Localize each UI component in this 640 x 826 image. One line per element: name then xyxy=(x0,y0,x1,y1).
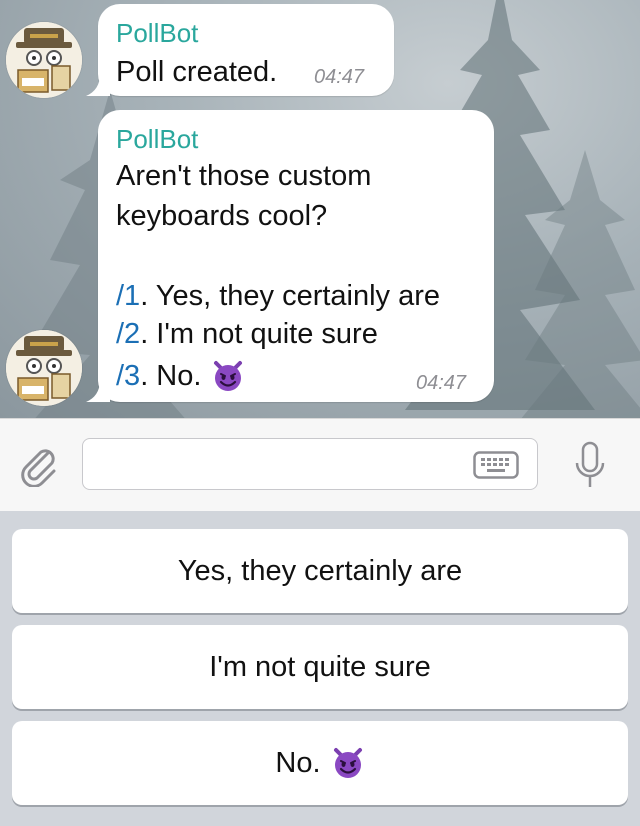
bot-command-link[interactable]: /3 xyxy=(116,360,140,392)
pollbot-avatar[interactable] xyxy=(6,330,82,406)
poll-question-line: Aren't those custom xyxy=(116,160,372,192)
reply-button-no[interactable]: No. xyxy=(12,721,628,805)
message-time: 04:47 xyxy=(314,66,365,88)
reply-button-label: Yes, they certainly are xyxy=(177,554,463,587)
message-sender[interactable]: PollBot xyxy=(116,124,198,154)
message-input-bar xyxy=(0,418,640,512)
poll-option: /1. Yes, they certainly are xyxy=(116,276,440,316)
message-bubble[interactable]: PollBot Poll created. 04:47 xyxy=(86,4,394,96)
message-input[interactable] xyxy=(82,438,538,490)
message-sender[interactable]: PollBot xyxy=(116,18,198,48)
custom-reply-keyboard: Yes, they certainly are I'm not quite su… xyxy=(0,511,640,826)
reply-button-label: I'm not quite sure xyxy=(209,650,431,683)
keyboard-toggle-icon[interactable] xyxy=(473,451,519,479)
bot-command-link[interactable]: /1 xyxy=(116,280,140,312)
poll-option-text: . I'm not quite sure xyxy=(140,318,378,350)
poll-option-text: . Yes, they certainly are xyxy=(140,280,441,312)
poll-message-bubble[interactable]: PollBot Aren't those custom keyboards co… xyxy=(86,110,494,402)
bot-command-link[interactable]: /2 xyxy=(116,318,140,350)
poll-question-line: keyboards cool? xyxy=(116,200,328,232)
reply-button-yes[interactable]: Yes, they certainly are xyxy=(12,529,628,613)
message-time: 04:47 xyxy=(416,372,467,394)
smiling-imp-emoji xyxy=(214,361,243,391)
paperclip-icon[interactable] xyxy=(18,445,60,487)
poll-option: /3. No. xyxy=(116,356,245,396)
microphone-icon[interactable] xyxy=(574,441,606,489)
bubble-tail xyxy=(86,380,110,402)
bubble-tail xyxy=(86,74,110,96)
background-tree xyxy=(520,150,640,418)
message-text: Poll created. xyxy=(116,56,278,88)
poll-option: /2. I'm not quite sure xyxy=(116,314,378,354)
chat-area: PollBot Poll created. 04:47 PollBot Aren… xyxy=(0,0,640,418)
smiling-imp-emoji xyxy=(333,748,362,778)
poll-option-text: . No. xyxy=(140,360,202,392)
reply-button-label: No. xyxy=(275,746,321,779)
pollbot-avatar[interactable] xyxy=(6,22,82,98)
reply-button-not-sure[interactable]: I'm not quite sure xyxy=(12,625,628,709)
